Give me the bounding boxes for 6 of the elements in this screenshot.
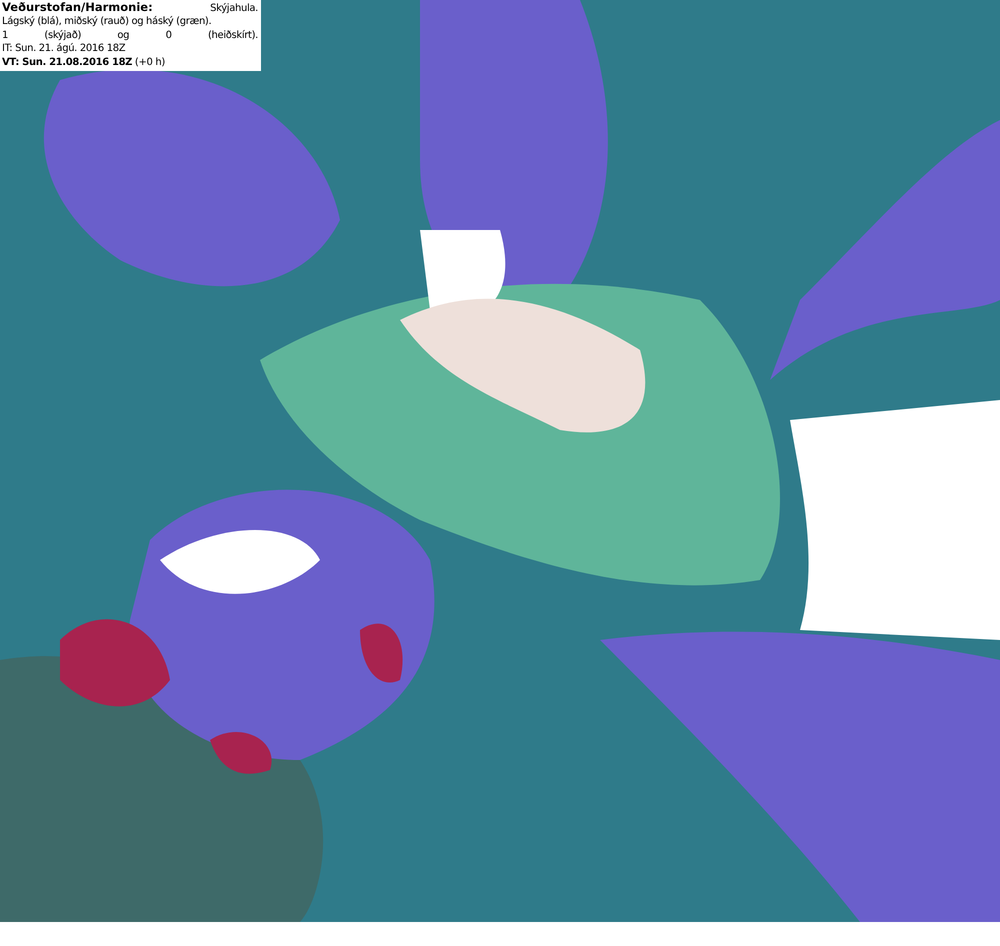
legend-text: 1 (skýjað) og 0 (heiðskírt). bbox=[2, 28, 258, 42]
legend-subtitle: Skýjahula. bbox=[210, 2, 258, 16]
legend-title: Veðurstofan/Harmonie: bbox=[2, 1, 153, 14]
legend-text: Lágský (blá), miðský (rauð) og háský (græn). bbox=[2, 15, 212, 29]
valid-time: VT: Sun. 21.08.2016 18Z (+0 h) bbox=[2, 56, 166, 70]
issue-time: IT: Sun. 21. ágú. 2016 18Z bbox=[2, 42, 126, 56]
